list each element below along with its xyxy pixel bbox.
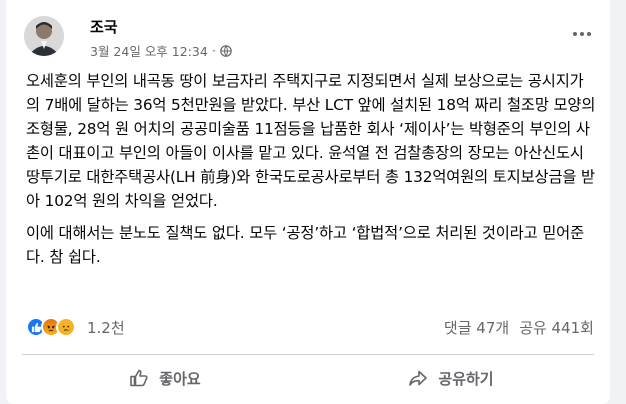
share-count[interactable]: 공유 441회 bbox=[519, 317, 594, 338]
post-paragraph: 이에 대해서는 분노도 질책도 없다. 모두 ‘공정’하고 ‘합법적’으로 처리… bbox=[26, 224, 584, 266]
avatar[interactable] bbox=[24, 16, 64, 56]
post-paragraph: 오세훈의 부인의 내곡동 땅이 보금자리 주택지구로 지정되면서 실제 보상으로… bbox=[26, 72, 596, 210]
reaction-count[interactable]: 1.2천 bbox=[87, 317, 125, 338]
post-header: 조국 3월 24일 오후 12:34 · bbox=[20, 14, 596, 60]
share-button[interactable]: 공유하기 bbox=[308, 356, 594, 400]
reaction-icons[interactable] bbox=[26, 317, 76, 337]
post-card: 조국 3월 24일 오후 12:34 · 오세훈의 부인의 내곡동 땅이 보금자… bbox=[6, 0, 610, 404]
engagement-stats: 댓글 47개 공유 441회 bbox=[444, 317, 594, 338]
post-timestamp[interactable]: 3월 24일 오후 12:34 bbox=[90, 41, 208, 60]
comment-count[interactable]: 댓글 47개 bbox=[444, 317, 509, 338]
post-body: 오세훈의 부인의 내곡동 땅이 보금자리 주택지구로 지정되면서 실제 보상으로… bbox=[26, 69, 596, 269]
thumbs-up-icon bbox=[130, 369, 148, 387]
more-options-button[interactable] bbox=[568, 24, 596, 44]
dot-icon bbox=[580, 32, 584, 36]
dot-icon bbox=[587, 32, 591, 36]
author-name[interactable]: 조국 bbox=[90, 16, 118, 37]
post-meta: 3월 24일 오후 12:34 · bbox=[90, 41, 232, 60]
like-button[interactable]: 좋아요 bbox=[22, 356, 308, 400]
globe-icon[interactable] bbox=[219, 44, 232, 57]
divider bbox=[22, 354, 594, 355]
action-bar: 좋아요 공유하기 bbox=[22, 356, 594, 400]
reactions-bar: 1.2천 댓글 47개 공유 441회 bbox=[26, 314, 594, 340]
like-button-label: 좋아요 bbox=[159, 369, 201, 388]
sad-icon bbox=[56, 317, 76, 337]
dot-icon bbox=[573, 32, 577, 36]
share-arrow-icon bbox=[409, 370, 428, 386]
share-button-label: 공유하기 bbox=[438, 369, 494, 388]
